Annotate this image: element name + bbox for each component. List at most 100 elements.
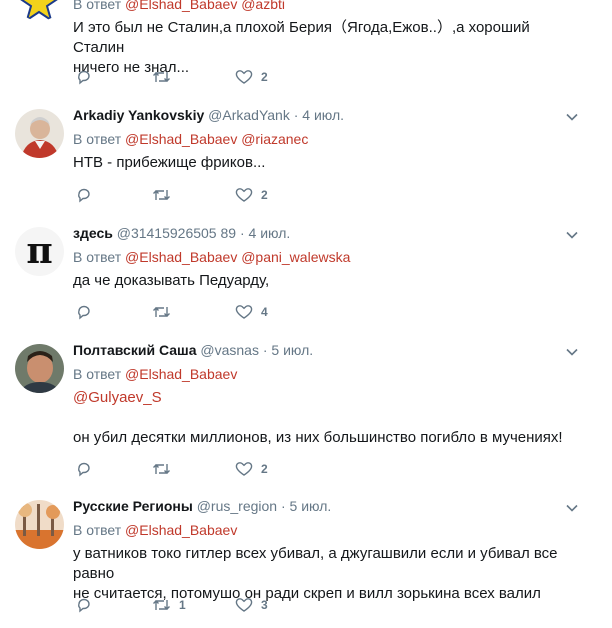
reply-icon [78, 70, 90, 85]
pi-symbol-icon: π [15, 227, 64, 276]
retweet-icon [153, 464, 170, 474]
timestamp[interactable]: 4 июл. [249, 225, 291, 241]
chevron-down-icon[interactable] [565, 228, 579, 242]
tweet-header: здесь @31415926505 89 · 4 июл. [73, 223, 582, 243]
reply-context: В ответ @Elshad_Babaev @riazanec [73, 129, 582, 149]
like-button[interactable]: 4 [235, 302, 268, 322]
yellow-star-emblem-icon [15, 0, 64, 21]
separator-dot: · [262, 342, 268, 358]
retweet-button[interactable] [152, 185, 179, 205]
tweet-text-line: у ватников токо гитлер всех убивал, а дж… [73, 545, 558, 582]
mention-link[interactable]: @pani_walewska [241, 249, 350, 265]
mention-link[interactable]: @Gulyaev_S [73, 388, 582, 408]
user-handle[interactable]: @rus_region [197, 498, 277, 514]
tweet-text: у ватников токо гитлер всех убивал, а дж… [73, 544, 582, 604]
separator-dot: · [280, 498, 286, 514]
reply-prefix: В ответ [73, 0, 122, 12]
autumn-forest-icon [15, 500, 64, 549]
mention-link[interactable]: @azbti [241, 0, 285, 12]
reply-prefix: В ответ [73, 522, 122, 538]
reply-prefix: В ответ [73, 366, 122, 382]
user-handle[interactable]: @vasnas [200, 342, 259, 358]
chevron-down-icon[interactable] [565, 501, 579, 515]
retweet-button[interactable] [152, 67, 179, 87]
reply-prefix: В ответ [73, 249, 122, 265]
reply-icon [78, 188, 90, 203]
heart-icon [235, 305, 253, 319]
avatar[interactable] [15, 344, 64, 393]
like-button[interactable]: 2 [235, 459, 268, 479]
like-button[interactable]: 3 [235, 595, 268, 615]
tweet-text-line: да че доказывать Педуарду, [73, 272, 270, 289]
reply-context: В ответ @Elshad_Babaev [73, 520, 582, 540]
reply-button[interactable] [76, 595, 100, 615]
like-count: 4 [261, 305, 268, 319]
mention-link[interactable]: @Elshad_Babaev [125, 0, 237, 12]
avatar[interactable] [15, 0, 64, 21]
like-button[interactable]: 2 [235, 67, 268, 87]
reply-icon [78, 598, 90, 613]
mention-link[interactable]: @riazanec [241, 131, 308, 147]
heart-icon [235, 70, 253, 84]
user-handle[interactable]: @ArkadYank [208, 107, 290, 123]
avatar[interactable]: π [15, 227, 64, 276]
tweet-text-line: ничего не знал... [73, 59, 190, 76]
display-name[interactable]: Arkadiy Yankovskiy [73, 107, 204, 123]
tweet-text: да че доказывать Педуарду, [73, 271, 582, 291]
man-portrait-icon [15, 109, 64, 158]
like-count: 3 [261, 598, 268, 612]
reply-button[interactable] [76, 302, 100, 322]
display-name[interactable]: Полтавский Саша [73, 342, 196, 358]
tweet-text-line: не считается, потомушо он ради скреп и в… [73, 585, 541, 602]
tweet[interactable]: Полтавский Саша @vasnas · 5 июл. В ответ… [0, 332, 612, 489]
display-name[interactable]: здесь [73, 225, 113, 241]
display-name[interactable]: Русские Регионы [73, 498, 193, 514]
timestamp[interactable]: 5 июл. [271, 342, 313, 358]
tweet-text: И это был не Сталин,а плохой Берия（Ягода… [73, 18, 582, 78]
heart-icon [235, 188, 253, 202]
chevron-down-icon[interactable] [565, 110, 579, 124]
reply-button[interactable] [76, 185, 100, 205]
timestamp[interactable]: 4 июл. [302, 107, 344, 123]
tweet-text-line: И это был не Сталин,а плохой Берия（Ягода… [73, 19, 530, 56]
like-count: 2 [261, 188, 268, 202]
tweet[interactable]: Arkadiy Yankovskiy @ArkadYank · 4 июл. В… [0, 99, 612, 216]
tweet-text: НТВ - прибежище фриков... [73, 153, 582, 173]
tweet[interactable]: В ответ @Elshad_Babaev @azbti И это был … [0, 0, 612, 100]
man-portrait-icon [15, 344, 64, 393]
separator-dot: · [239, 225, 245, 241]
tweet[interactable]: Русские Регионы @rus_region · 5 июл. В о… [0, 488, 612, 628]
retweet-button[interactable] [152, 459, 179, 479]
tweet-text: @Gulyaev_S он убил десятки миллионов, из… [73, 388, 582, 448]
chevron-down-icon[interactable] [565, 345, 579, 359]
retweet-icon [153, 190, 170, 200]
tweet-text-line [73, 408, 582, 428]
tweet-header: Русские Регионы @rus_region · 5 июл. [73, 496, 582, 516]
mention-link[interactable]: @Elshad_Babaev [125, 366, 237, 382]
user-handle[interactable]: @31415926505 89 [117, 225, 236, 241]
reply-button[interactable] [76, 67, 100, 87]
reply-context: В ответ @Elshad_Babaev @azbti [73, 0, 582, 14]
reply-icon [78, 462, 90, 477]
tweet-text-line: он убил десятки миллионов, из них больши… [73, 429, 563, 446]
separator-dot: · [293, 107, 299, 123]
mention-link[interactable]: @Elshad_Babaev [125, 131, 237, 147]
svg-text:π: π [26, 230, 52, 272]
tweet[interactable]: π здесь @31415926505 89 · 4 июл. В ответ… [0, 215, 612, 333]
like-count: 2 [261, 70, 268, 84]
reply-context: В ответ @Elshad_Babaev [73, 364, 582, 384]
like-count: 2 [261, 462, 268, 476]
avatar[interactable] [15, 500, 64, 549]
reply-button[interactable] [76, 459, 100, 479]
reply-prefix: В ответ [73, 131, 122, 147]
like-button[interactable]: 2 [235, 185, 268, 205]
retweet-icon [153, 72, 170, 82]
retweet-count: 1 [179, 598, 186, 612]
avatar[interactable] [15, 109, 64, 158]
timestamp[interactable]: 5 июл. [290, 498, 332, 514]
tweet-text-line: НТВ - прибежище фриков... [73, 154, 266, 171]
mention-link[interactable]: @Elshad_Babaev [125, 522, 237, 538]
retweet-button[interactable] [152, 302, 179, 322]
mention-link[interactable]: @Elshad_Babaev [125, 249, 237, 265]
retweet-button[interactable]: 1 [152, 595, 186, 615]
